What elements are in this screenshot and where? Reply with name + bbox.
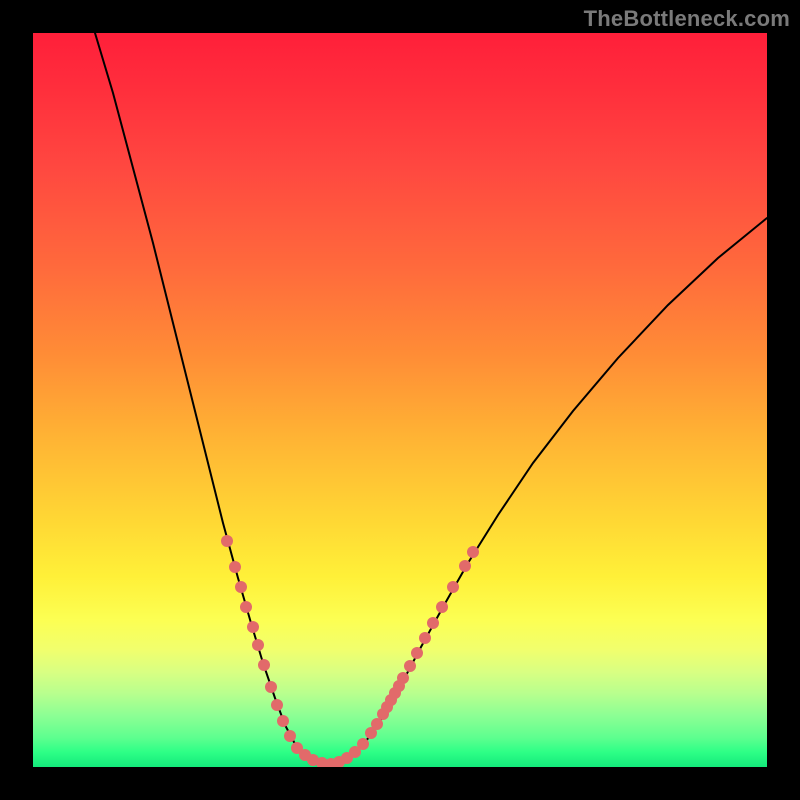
marker-dot — [271, 699, 283, 711]
marker-dot — [240, 601, 252, 613]
chart-stage: TheBottleneck.com — [0, 0, 800, 800]
marker-dot — [459, 560, 471, 572]
marker-dot — [371, 718, 383, 730]
marker-dot — [404, 660, 416, 672]
marker-dot — [247, 621, 259, 633]
marker-dot — [357, 738, 369, 750]
marker-dot — [235, 581, 247, 593]
curve-overlay — [33, 33, 767, 767]
marker-dot — [221, 535, 233, 547]
marker-dot — [252, 639, 264, 651]
marker-dot — [284, 730, 296, 742]
marker-dot — [397, 672, 409, 684]
marker-dot — [258, 659, 270, 671]
marker-dot — [277, 715, 289, 727]
marker-dot — [427, 617, 439, 629]
marker-dot — [447, 581, 459, 593]
bottleneck-curve — [95, 33, 767, 764]
marker-dot — [436, 601, 448, 613]
marker-dot — [419, 632, 431, 644]
watermark-text: TheBottleneck.com — [584, 6, 790, 32]
marker-dot — [467, 546, 479, 558]
plot-area — [33, 33, 767, 767]
marker-dot — [265, 681, 277, 693]
marker-dot — [411, 647, 423, 659]
marker-dot — [229, 561, 241, 573]
